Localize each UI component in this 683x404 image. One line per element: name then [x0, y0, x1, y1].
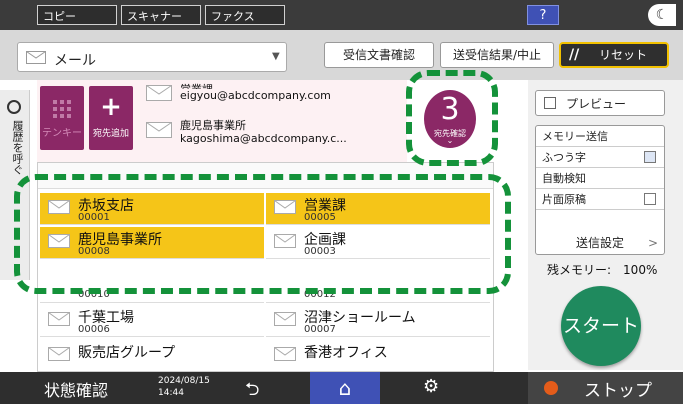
address-book-entry[interactable]: 営業課 00005 [266, 193, 490, 225]
help-button[interactable]: ? [527, 5, 559, 25]
entry-name: 香港オフィス [304, 345, 388, 361]
datetime: 2024/08/15 14:44 [158, 375, 210, 399]
index-row [38, 163, 493, 189]
address-book-entry[interactable]: 00012 [266, 277, 490, 303]
setting-label: 片面原稿 [542, 193, 586, 206]
address-book-entry[interactable]: 沼津ショールーム 00007 [266, 305, 490, 337]
address-book-entry[interactable]: 赤坂支店 00001 [40, 193, 264, 225]
page-icon [644, 193, 656, 205]
reset-icon: // [569, 47, 580, 63]
tab-fax[interactable]: ファクス [205, 5, 285, 25]
setting-memory-send[interactable]: メモリー送信 [536, 126, 664, 147]
mail-icon [26, 51, 46, 64]
settings-list: メモリー送信 ふつう字 自動検知 片面原稿 送信設定 > [535, 125, 665, 255]
selected-destination-name: 鹿児島事業所 [180, 119, 246, 132]
entry-number: 00005 [304, 212, 336, 223]
status-check-button[interactable]: 状態確認 [44, 377, 108, 401]
entry-number: 00007 [304, 324, 336, 335]
setting-label: メモリー送信 [542, 130, 608, 143]
send-settings-button[interactable]: 送信設定 > [536, 231, 664, 255]
mail-icon [48, 347, 70, 361]
chevron-down-icon: ▼ [272, 51, 280, 62]
destination-confirm-button[interactable]: 3 宛先確認 ⌄ [424, 90, 476, 148]
send-result-button[interactable]: 送受信結果/中止 [440, 42, 554, 68]
remaining-memory: 残メモリー: 100% [547, 263, 658, 277]
selected-destination[interactable]: 鹿児島事業所 kagoshima@abcdcompany.c... [180, 119, 347, 145]
entry-number: 00006 [78, 324, 110, 335]
received-confirm-button[interactable]: 受信文書確認 [324, 42, 434, 68]
setting-resolution[interactable]: ふつう字 [536, 147, 664, 168]
tab-scanner[interactable]: スキャナー [121, 5, 201, 25]
selected-destination-address: kagoshima@abcdcompany.c... [180, 132, 347, 145]
mail-icon [146, 85, 172, 101]
mail-icon [274, 312, 296, 326]
method-select[interactable]: メール ▼ [17, 42, 287, 72]
destination-count: 3 [440, 92, 460, 127]
mail-icon [274, 234, 296, 248]
preview-label: プレビュー [566, 97, 627, 111]
add-destination-button[interactable]: + 宛先追加 [89, 86, 133, 150]
setting-one-sided[interactable]: 片面原稿 [536, 189, 664, 210]
moon-icon[interactable]: ☾ [648, 4, 676, 26]
tab-copy[interactable]: コピー [37, 5, 117, 25]
top-bar: コピー スキャナー ファクス ? ☾ [0, 0, 683, 30]
gear-icon[interactable]: ⚙ [423, 376, 439, 397]
home-icon: ⌂ [338, 376, 352, 400]
history-label: 履歴を呼ぐ [11, 120, 24, 175]
chevron-down-icon: ⌄ [446, 136, 454, 145]
entry-number: 00010 [78, 289, 110, 300]
clock-icon [7, 100, 21, 114]
entry-name: 販売店グループ [78, 345, 176, 361]
stop-button[interactable]: ストップ [528, 372, 683, 404]
preview-toggle[interactable]: プレビュー [535, 90, 665, 116]
setting-label: ふつう字 [542, 151, 586, 164]
bottom-bar: 状態確認 2024/08/15 14:44 ⮌ ⌂ ⚙ ストップ [0, 372, 683, 404]
start-button[interactable]: スタート [561, 286, 641, 366]
resolution-icon [644, 151, 656, 163]
home-button[interactable]: ⌂ [310, 372, 380, 404]
address-book-entry[interactable]: 販売店グループ [40, 340, 264, 371]
send-settings-label: 送信設定 [575, 236, 624, 250]
tenkey-label: テンキー [42, 128, 82, 139]
setting-label: 自動検知 [542, 172, 586, 185]
date: 2024/08/15 [158, 376, 210, 386]
address-book-entry[interactable]: 香港オフィス [266, 340, 490, 371]
setting-auto-detect[interactable]: 自動検知 [536, 168, 664, 189]
preview-checkbox[interactable] [544, 97, 556, 109]
reset-button[interactable]: // リセット [559, 42, 669, 68]
chevron-right-icon: > [647, 236, 658, 250]
reset-label: リセット [599, 48, 648, 62]
mail-icon [274, 200, 296, 214]
time: 14:44 [158, 388, 184, 398]
selected-destination[interactable]: 営業課 eigyou@abcdcompany.com [180, 83, 331, 102]
plus-icon: + [100, 92, 122, 122]
tenkey-icon [53, 100, 71, 118]
address-book: 赤坂支店 00001 営業課 00005 鹿児島事業所 00008 企画課 00… [37, 162, 494, 372]
entry-number: 00008 [78, 246, 110, 257]
entry-number: 00012 [304, 289, 336, 300]
address-book-entry[interactable]: 千葉工場 00006 [40, 305, 264, 337]
entry-number: 00001 [78, 212, 110, 223]
method-label: メール [54, 53, 96, 69]
back-icon[interactable]: ⮌ [245, 377, 259, 404]
history-tab[interactable]: 履歴を呼ぐ [0, 90, 30, 280]
stop-label: ストップ [584, 381, 652, 401]
mail-icon [48, 200, 70, 214]
stop-icon [544, 381, 558, 395]
mail-icon [274, 347, 296, 361]
mail-icon [146, 122, 172, 138]
tenkey-button[interactable]: テンキー [40, 86, 84, 150]
entry-number: 00003 [304, 246, 336, 257]
address-book-entry[interactable]: 鹿児島事業所 00008 [40, 227, 264, 259]
selected-destination-address: eigyou@abcdcompany.com [180, 89, 331, 102]
mail-icon [48, 312, 70, 326]
address-book-entry[interactable]: 00010 [40, 277, 264, 303]
mail-icon [48, 234, 70, 248]
address-book-entry[interactable]: 企画課 00003 [266, 227, 490, 259]
add-destination-label: 宛先追加 [92, 129, 129, 139]
